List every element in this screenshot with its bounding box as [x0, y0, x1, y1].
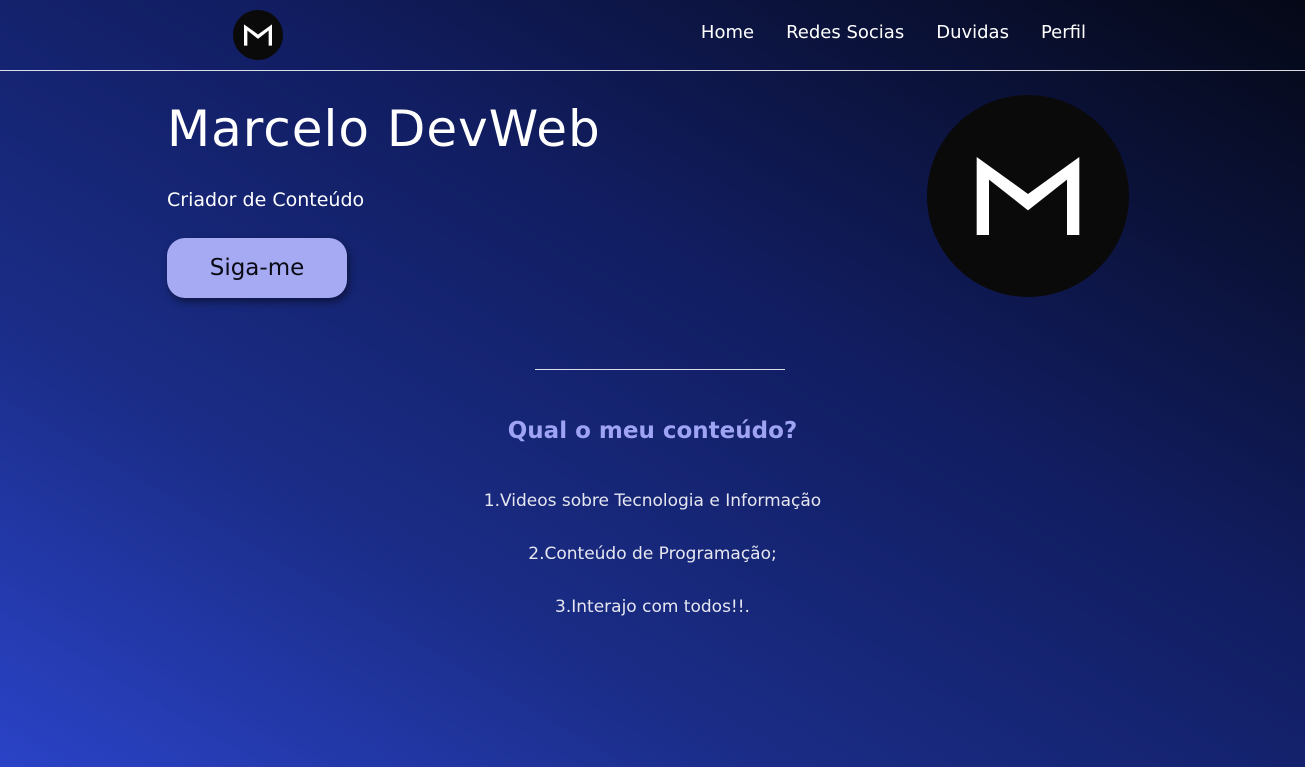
nav-links: Home Redes Socias Duvidas Perfil: [701, 22, 1086, 43]
hero-subtitle: Criador de Conteúdo: [167, 189, 365, 211]
hero-avatar: [927, 95, 1129, 297]
nav-link-duvidas[interactable]: Duvidas: [936, 22, 1009, 43]
content-item: 3.Interajo com todos!!.: [555, 597, 750, 617]
nav-item-perfil: Perfil: [1041, 22, 1086, 43]
content-item: 1.Videos sobre Tecnologia e Informação: [483, 491, 822, 511]
nav-link-redes-socias[interactable]: Redes Socias: [786, 22, 904, 43]
nav-item-duvidas: Duvidas: [936, 22, 1009, 43]
follow-button[interactable]: Siga-me: [167, 238, 347, 298]
nav-link-home[interactable]: Home: [701, 22, 754, 43]
m-logo-icon: [244, 24, 272, 46]
m-logo-icon: [976, 157, 1080, 235]
nav-link-perfil[interactable]: Perfil: [1041, 22, 1086, 43]
nav-logo[interactable]: [233, 10, 283, 60]
nav-item-redes-socias: Redes Socias: [786, 22, 904, 43]
content-item: 2.Conteúdo de Programação;: [528, 544, 777, 564]
section-divider: [535, 369, 785, 370]
hero-title: Marcelo DevWeb: [167, 100, 601, 158]
navbar: Home Redes Socias Duvidas Perfil: [0, 0, 1305, 71]
content-heading: Qual o meu conteúdo?: [507, 418, 798, 444]
nav-item-home: Home: [701, 22, 754, 43]
